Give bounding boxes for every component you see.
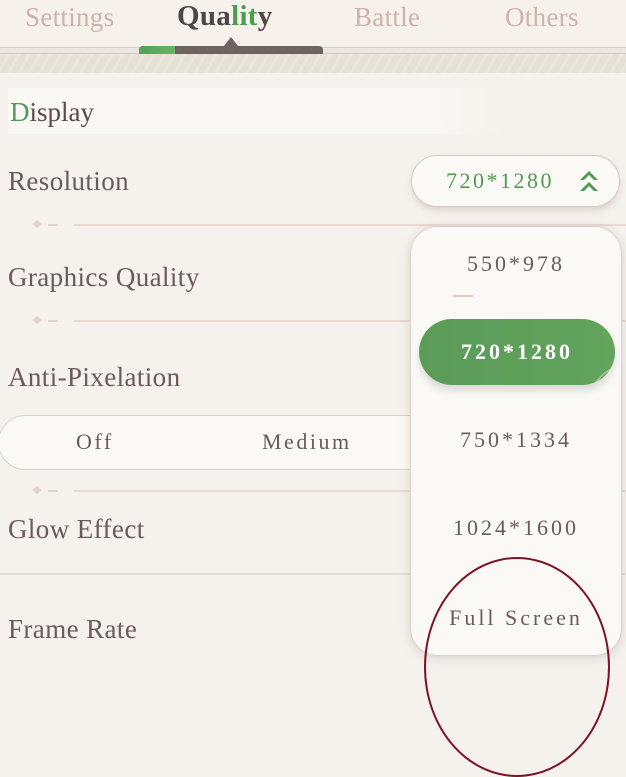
resolution-option-selected[interactable]: 720*1280 <box>419 319 615 385</box>
tab-others[interactable]: Others <box>505 2 579 33</box>
tab-quality-label-a: Qua <box>177 0 232 32</box>
caret-up-icon <box>224 37 238 46</box>
section-title-rest: isplay <box>29 97 95 127</box>
resolution-option[interactable]: 550*978 <box>411 251 621 277</box>
resolution-dropdown-button[interactable]: 720*1280 <box>411 155 620 207</box>
resolution-option-full-screen[interactable]: Full Screen <box>411 605 621 631</box>
tab-battle[interactable]: Battle <box>354 2 420 33</box>
anti-pixelation-label: Anti-Pixelation <box>8 362 181 392</box>
tab-quality-label-c: y <box>257 0 273 32</box>
active-tab-indicator <box>139 37 323 54</box>
double-chevron-up-icon <box>580 171 598 191</box>
top-tab-bar: Settings Quality Battle Others <box>0 0 626 54</box>
frame-rate-label: Frame Rate <box>8 614 138 644</box>
resolution-current-value: 720*1280 <box>446 168 554 193</box>
section-title-initial: D <box>10 97 30 127</box>
anti-pixelation-selector: Off Medium <box>0 415 438 470</box>
decorative-stripe-band <box>0 54 626 73</box>
graphics-quality-label: Graphics Quality <box>8 262 200 292</box>
resolution-option-selected-label: 720*1280 <box>461 339 573 364</box>
anti-pixelation-option-off[interactable]: Off <box>76 429 114 455</box>
resolution-option[interactable]: 750*1334 <box>411 427 621 453</box>
decorative-arcs-icon <box>593 366 615 385</box>
resolution-label: Resolution <box>8 166 130 196</box>
glow-effect-label: Glow Effect <box>8 514 145 544</box>
anti-pixelation-option-medium[interactable]: Medium <box>262 429 352 455</box>
tab-settings[interactable]: Settings <box>25 2 114 33</box>
indicator-accent <box>139 46 175 54</box>
tab-quality-label-b: lit <box>231 0 258 32</box>
section-title: Display <box>10 97 94 128</box>
section-header-display: Display <box>8 88 508 134</box>
tab-quality[interactable]: Quality <box>177 0 273 33</box>
divider-mark <box>453 295 473 297</box>
resolution-dropdown-list: 550*978 720*1280 750*1334 1024*1600 Full… <box>410 226 622 656</box>
resolution-option[interactable]: 1024*1600 <box>411 515 621 541</box>
